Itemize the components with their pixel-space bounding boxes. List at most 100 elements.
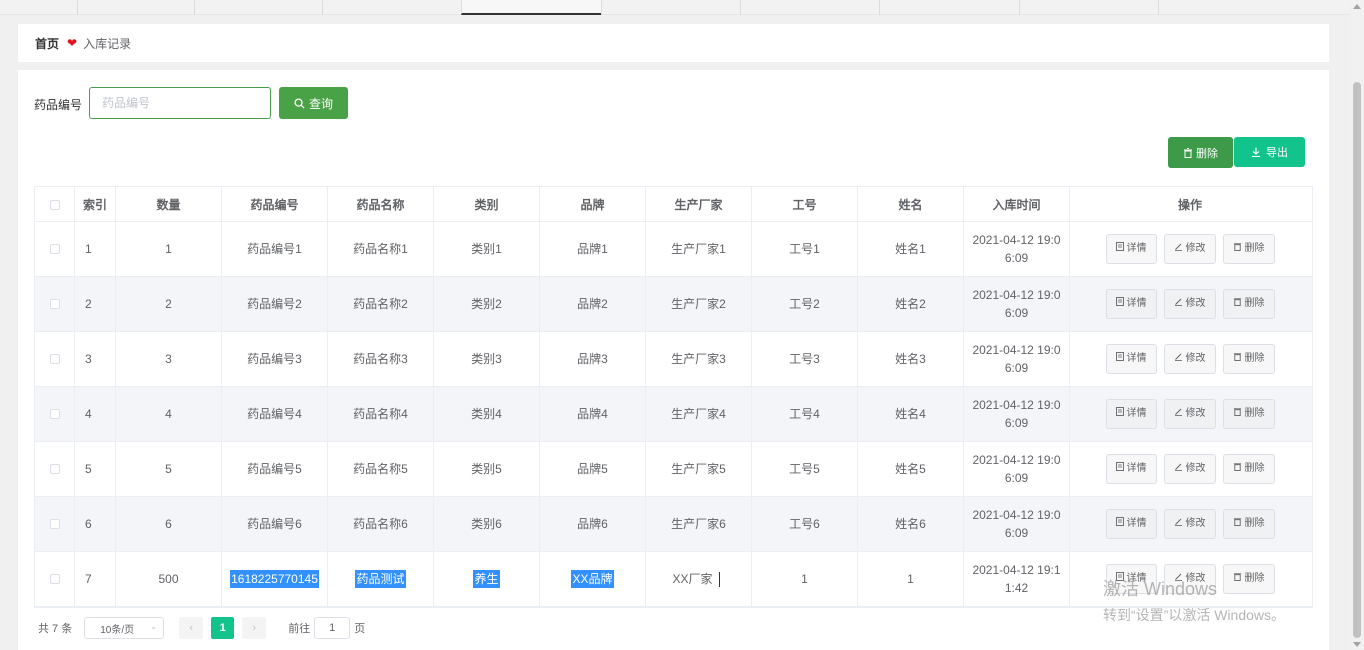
row-checkbox[interactable] bbox=[49, 354, 60, 364]
tab[interactable] bbox=[601, 0, 740, 15]
cell-category-text: 类别5 bbox=[471, 462, 502, 476]
table-row[interactable]: 1 1 药品编号1 药品名称1 类别1 品牌1 生产厂家1 工号1 姓名1 2021-04-12 … bbox=[35, 222, 1312, 277]
breadcrumb-home[interactable]: 首页 bbox=[35, 35, 59, 52]
cell-qty-text: 3 bbox=[165, 352, 172, 366]
edit-button[interactable]: 修改 bbox=[1163, 234, 1216, 264]
tab[interactable] bbox=[740, 0, 879, 15]
column-header: 操作 bbox=[1177, 198, 1202, 212]
row-checkbox[interactable] bbox=[49, 519, 60, 529]
cell-name-text: 药品名称1 bbox=[353, 242, 408, 256]
tab-active[interactable] bbox=[461, 0, 601, 15]
current-page[interactable]: 1 bbox=[211, 617, 235, 639]
time-line2: 6:09 bbox=[1004, 306, 1029, 320]
tab-bar bbox=[0, 0, 1350, 15]
edit-button-label: 修改 bbox=[1185, 518, 1206, 529]
cell-code-text: 1618225770145 bbox=[230, 570, 319, 588]
table-row[interactable]: 2 2 药品编号2 药品名称2 类别2 品牌2 生产厂家2 工号2 姓名2 2021-04-12 … bbox=[35, 277, 1312, 332]
export-button[interactable]: 导出 bbox=[1234, 137, 1305, 167]
download-icon bbox=[1252, 147, 1260, 157]
tab[interactable] bbox=[879, 0, 1019, 15]
detail-button[interactable]: 详情 bbox=[1105, 289, 1157, 319]
scroll-up-arrow[interactable] bbox=[1353, 4, 1361, 9]
tab[interactable] bbox=[194, 0, 322, 15]
delete-button[interactable]: 删除 bbox=[1222, 399, 1275, 429]
cell-qty: 6 bbox=[116, 497, 222, 551]
row-checkbox[interactable] bbox=[49, 244, 60, 254]
search-label: 药品编号 bbox=[34, 98, 83, 112]
cell-index-text: 3 bbox=[85, 352, 92, 366]
batch-delete-button[interactable]: 删除 bbox=[1168, 137, 1233, 168]
edit-icon bbox=[1174, 405, 1183, 423]
cell-category: 类别6 bbox=[434, 497, 540, 551]
page-size-select[interactable]: 10条/页 ⌄ bbox=[84, 617, 165, 639]
detail-button[interactable]: 详情 bbox=[1105, 344, 1157, 374]
cell-time: 2021-04-12 19:0 6:09 bbox=[964, 497, 1070, 551]
table-row[interactable]: 5 5 药品编号5 药品名称5 类别5 品牌5 生产厂家5 工号5 姓名5 2021-04-12 … bbox=[35, 442, 1312, 497]
edit-button[interactable]: 修改 bbox=[1163, 509, 1216, 539]
scroll-down-arrow[interactable] bbox=[1353, 642, 1361, 647]
cell-maker: XX厂家 bbox=[646, 552, 752, 606]
edit-button[interactable]: 修改 bbox=[1163, 289, 1216, 319]
edit-button[interactable]: 修改 bbox=[1163, 454, 1216, 484]
breadcrumb-current: 入库记录 bbox=[83, 36, 132, 51]
cell-code-text: 药品编号5 bbox=[247, 462, 302, 476]
table-row[interactable]: 4 4 药品编号4 药品名称4 类别4 品牌4 生产厂家4 工号4 姓名4 2021-04-12 … bbox=[35, 387, 1312, 442]
goto-suffix: 页 bbox=[354, 623, 366, 635]
trash-icon bbox=[1184, 147, 1192, 158]
row-select-cell bbox=[35, 552, 75, 606]
cell-brand-text: 品牌3 bbox=[577, 352, 608, 366]
cell-qty-text: 5 bbox=[165, 462, 172, 476]
cell-category-text: 类别1 bbox=[471, 242, 502, 256]
cell-qty: 3 bbox=[116, 332, 222, 386]
row-checkbox[interactable] bbox=[49, 464, 60, 474]
next-page-button[interactable]: › bbox=[242, 617, 267, 639]
cell-person-text: 1 bbox=[907, 572, 914, 586]
tab[interactable] bbox=[1019, 0, 1158, 15]
select-all-checkbox[interactable] bbox=[49, 199, 60, 210]
detail-button[interactable]: 详情 bbox=[1105, 509, 1157, 539]
tab[interactable] bbox=[322, 0, 461, 15]
time-line1: 2021-04-12 19:0 bbox=[972, 288, 1061, 302]
cell-brand: 品牌1 bbox=[540, 222, 646, 276]
main-panel: 药品编号 查询 删除 导出 索引 数量 药品编号 药品名称 类别 品牌 生产厂家… bbox=[18, 70, 1329, 650]
cell-person: 姓名2 bbox=[858, 277, 964, 331]
batch-delete-label: 删除 bbox=[1196, 147, 1218, 160]
edit-icon bbox=[1174, 295, 1183, 313]
tab[interactable] bbox=[77, 0, 194, 15]
cell-qty-text: 500 bbox=[158, 572, 179, 586]
row-checkbox[interactable] bbox=[49, 299, 60, 309]
scrollbar[interactable] bbox=[1350, 0, 1364, 650]
query-button[interactable]: 查询 bbox=[279, 87, 348, 119]
delete-button[interactable]: 删除 bbox=[1222, 454, 1275, 484]
table-row[interactable]: 3 3 药品编号3 药品名称3 类别3 品牌3 生产厂家3 工号3 姓名3 2021-04-12 … bbox=[35, 332, 1312, 387]
row-checkbox[interactable] bbox=[49, 409, 60, 419]
cell-qty-text: 4 bbox=[165, 407, 172, 421]
cell-index: 6 bbox=[75, 497, 116, 551]
edit-button[interactable]: 修改 bbox=[1163, 399, 1216, 429]
table-row[interactable]: 6 6 药品编号6 药品名称6 类别6 品牌6 生产厂家6 工号6 姓名6 2021-04-12 … bbox=[35, 497, 1312, 552]
delete-button[interactable]: 删除 bbox=[1222, 289, 1275, 319]
detail-button[interactable]: 详情 bbox=[1105, 454, 1157, 484]
tab[interactable] bbox=[1158, 0, 1350, 15]
detail-button[interactable]: 详情 bbox=[1105, 234, 1157, 264]
scroll-thumb[interactable] bbox=[1353, 82, 1361, 638]
delete-button[interactable]: 删除 bbox=[1222, 234, 1275, 264]
goto-page-input[interactable]: 1 bbox=[314, 617, 351, 639]
delete-button[interactable]: 删除 bbox=[1222, 344, 1275, 374]
cell-index: 7 bbox=[75, 552, 116, 606]
edit-button[interactable]: 修改 bbox=[1163, 344, 1216, 374]
delete-button[interactable]: 删除 bbox=[1222, 509, 1275, 539]
windows-activation-watermark: 激活 Windows 转到“设置”以激活 Windows。 bbox=[1103, 575, 1285, 625]
cell-index: 5 bbox=[75, 442, 116, 496]
detail-button[interactable]: 详情 bbox=[1105, 399, 1157, 429]
records-table: 索引 数量 药品编号 药品名称 类别 品牌 生产厂家 工号 姓名 入库时间 操作… bbox=[34, 186, 1313, 608]
detail-button-label: 详情 bbox=[1126, 518, 1147, 529]
search-input[interactable] bbox=[89, 87, 271, 119]
row-checkbox[interactable] bbox=[49, 574, 60, 584]
cell-time: 2021-04-12 19:0 6:09 bbox=[964, 387, 1070, 441]
column-header: 入库时间 bbox=[964, 187, 1070, 222]
cell-qty: 4 bbox=[116, 387, 222, 441]
detail-button-label: 详情 bbox=[1126, 463, 1147, 474]
cell-maker-text: XX厂家 bbox=[672, 572, 713, 586]
prev-page-button[interactable]: ‹ bbox=[179, 617, 204, 639]
